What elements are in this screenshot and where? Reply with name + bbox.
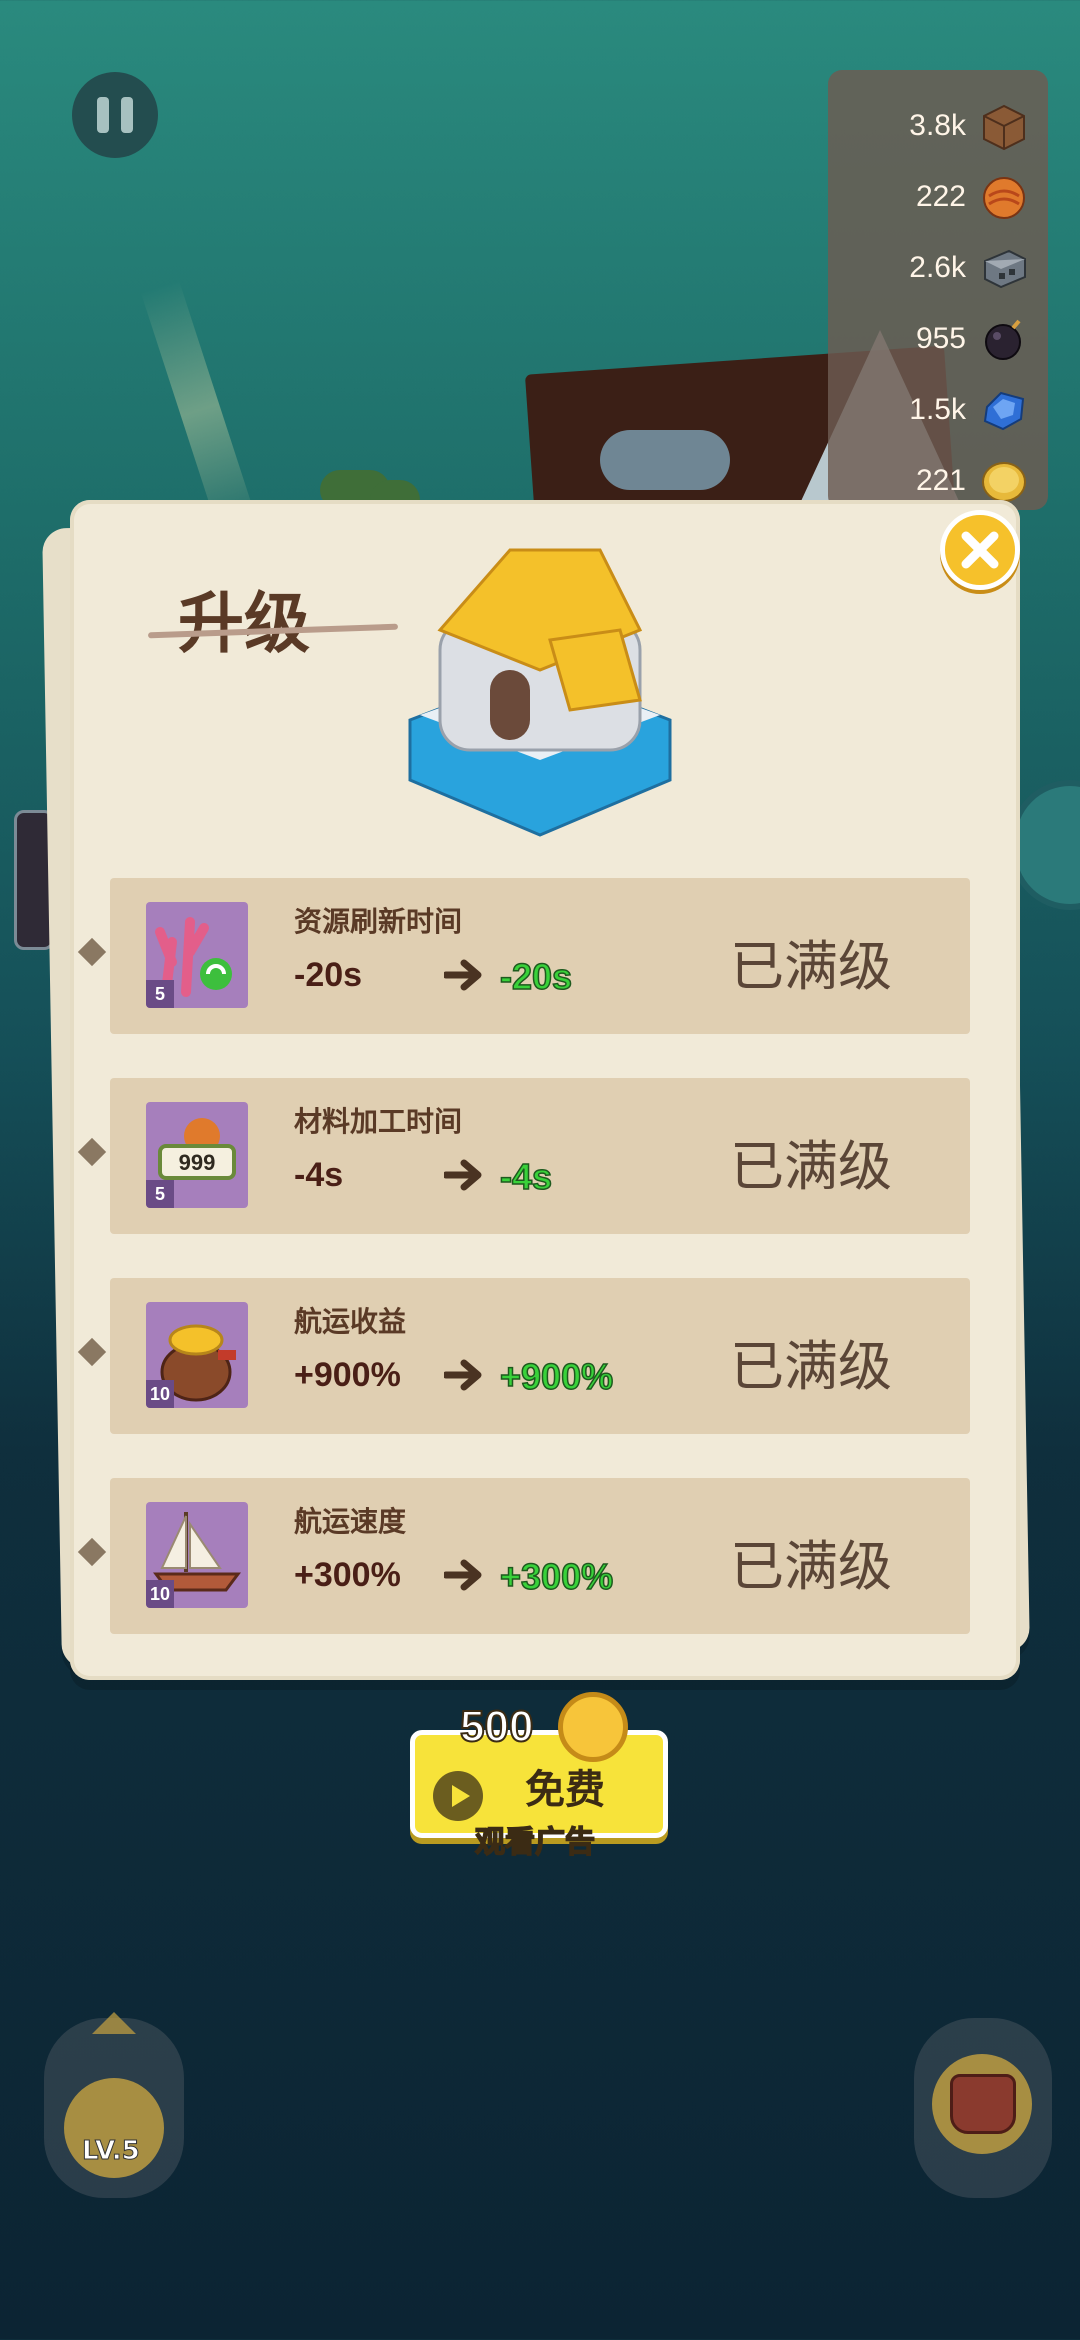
resource-row: 2.6k <box>848 232 1030 303</box>
backpack-icon <box>950 2074 1016 2134</box>
resource-row: 3.8k <box>848 90 1030 161</box>
upgrade-row: 5 资源刷新时间 -20s -20s 已满级 <box>77 878 970 1034</box>
level-badge: 5 <box>146 1180 174 1208</box>
upgrade-name: 航运速度 <box>294 1505 407 1538</box>
resource-panel: 3.8k 222 2.6k 955 1.5k 221 <box>828 70 1048 510</box>
fishing-rod-button[interactable]: LV.5 <box>44 2012 184 2198</box>
resource-value: 3.8k <box>909 108 966 142</box>
watch-ad-button[interactable]: 免费 观看广告 500 <box>410 1692 670 1861</box>
max-level-status: 已满级 <box>730 1535 892 1598</box>
level-badge: 10 <box>146 1380 175 1408</box>
pause-button[interactable] <box>72 72 158 158</box>
upgrade-row: 10 航运速度 +300% +300% 已满级 <box>77 1478 970 1634</box>
bomb-icon <box>978 313 1030 365</box>
level-badge: 5 <box>146 980 174 1008</box>
dialog-title: 升级 <box>178 585 310 662</box>
wood-crate-icon <box>978 100 1030 152</box>
play-icon <box>433 1771 483 1821</box>
level-badge: 10 <box>146 1580 175 1608</box>
gold-roof-tower-icon <box>400 520 680 840</box>
resource-row: 222 <box>848 161 1030 232</box>
upgrade-name: 资源刷新时间 <box>294 905 463 938</box>
ad-button-body[interactable]: 免费 观看广告 <box>410 1730 668 1861</box>
orange-fruit-icon <box>978 171 1030 223</box>
pause-icon <box>121 97 133 133</box>
free-label: 免费 <box>525 1767 605 1813</box>
sailboat-icon: 10 <box>146 1502 248 1608</box>
resource-value: 955 <box>915 321 966 355</box>
max-level-status: 已满级 <box>730 935 892 998</box>
svg-text:999: 999 <box>179 1150 216 1175</box>
processing-999-icon: 999 5 <box>146 1102 248 1208</box>
island-rock <box>600 430 730 490</box>
gold-coin-icon <box>558 1692 628 1762</box>
current-value: +900% <box>294 1356 401 1394</box>
max-level-status: 已满级 <box>730 1135 892 1198</box>
arrow-right-icon <box>444 959 482 991</box>
upgrade-row: 999 5 材料加工时间 -4s -4s 已满级 <box>77 1078 970 1234</box>
resource-value: 1.5k <box>909 392 966 426</box>
blue-gem-icon <box>978 384 1030 436</box>
upgrade-list: 5 资源刷新时间 -20s -20s 已满级 999 5 材料加工时间 -4s … <box>77 878 970 1678</box>
resource-row: 955 <box>848 303 1030 374</box>
upgrade-name: 航运收益 <box>294 1305 407 1338</box>
resource-value: 221 <box>915 463 966 497</box>
gold-sack-icon: 10 <box>146 1302 248 1408</box>
pause-icon <box>97 97 109 133</box>
wechat-share-button[interactable] <box>1010 780 1080 910</box>
gold-coin-icon <box>978 455 1030 507</box>
arrow-right-icon <box>444 1559 482 1591</box>
resource-value: 2.6k <box>909 250 966 284</box>
current-value: -4s <box>294 1156 344 1194</box>
close-icon <box>961 531 999 569</box>
arrow-right-icon <box>444 1359 482 1391</box>
backpack-button[interactable] <box>914 2018 1052 2198</box>
coral-refresh-icon: 5 <box>146 902 248 1008</box>
next-value: -4s <box>499 1155 553 1198</box>
watch-ad-label: 观看广告 <box>474 1824 596 1861</box>
next-value: +300% <box>499 1555 614 1598</box>
current-value: -20s <box>294 956 363 994</box>
chevron-up-icon <box>92 2012 136 2034</box>
fishing-level: LV.5 <box>82 2136 141 2167</box>
max-level-status: 已满级 <box>730 1335 892 1398</box>
resource-value: 222 <box>915 179 966 213</box>
next-value: -20s <box>499 955 573 998</box>
reward-amount: 500 <box>459 1701 534 1752</box>
next-value: +900% <box>499 1355 614 1398</box>
upgrade-row: 10 航运收益 +900% +900% 已满级 <box>77 1278 970 1434</box>
upgrade-name: 材料加工时间 <box>294 1105 463 1138</box>
close-button[interactable] <box>940 510 1020 590</box>
resource-row: 1.5k <box>848 374 1030 445</box>
iron-ingot-icon <box>978 242 1030 294</box>
current-value: +300% <box>294 1556 401 1594</box>
arrow-right-icon <box>444 1159 482 1191</box>
